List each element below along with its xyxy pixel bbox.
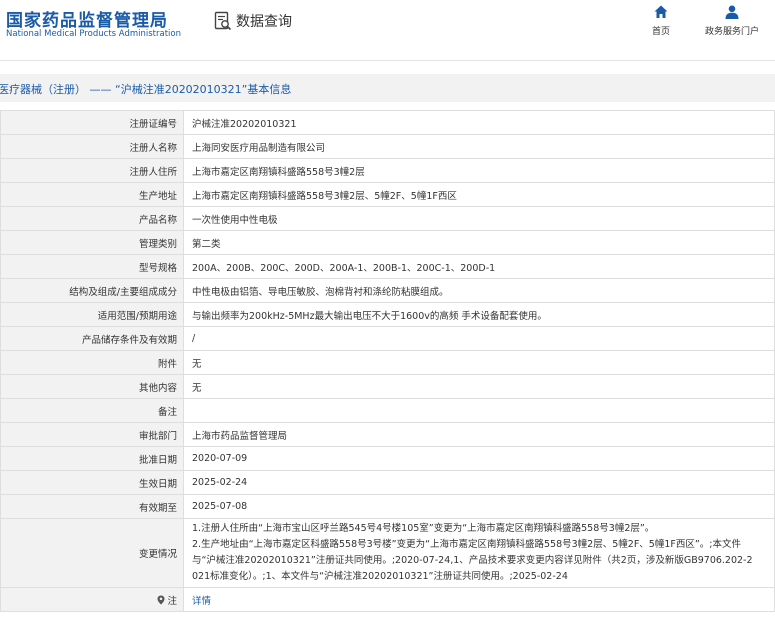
table-row: 管理类别 第二类 [0, 230, 775, 255]
table-row: 其他内容无 [0, 374, 775, 399]
search-document-icon [214, 11, 232, 31]
row-label: 结构及组成/主要组成成分 [0, 278, 184, 303]
table-row: 适用范围/预期用途 与输出频率为200kHz-5MHz最大输出电压不大于1600v… [0, 302, 775, 327]
detail-link[interactable]: 详情 [192, 596, 211, 607]
nav-gov-service[interactable]: 政务服务门户 [697, 4, 767, 37]
row-label: 批准日期 [0, 446, 184, 471]
row-value: 中性电极由铝箔、导电压敏胶、泡棉背衬和涤纶防粘膜组成。 [183, 278, 775, 303]
row-value: 上海同安医疗用品制造有限公司 [183, 134, 775, 159]
nav-home[interactable]: 首页 [626, 4, 696, 37]
table-row: 注册证编号 沪械注准20202010321 [0, 110, 775, 135]
row-value: 上海市药品监督管理局 [183, 422, 775, 447]
data-query-label: 数据查询 [236, 14, 292, 30]
site-logo-en[interactable]: National Medical Products Administration [6, 29, 181, 39]
table-row: 产品名称 一次性使用中性电极 [0, 206, 775, 231]
page-title-bar: 医疗器械（注册） —— “沪械注准20202010321”基本信息 [0, 74, 775, 102]
row-label: 注册证编号 [0, 110, 184, 135]
nav-gov-service-label: 政务服务门户 [704, 27, 759, 37]
site-logo-cn[interactable]: 国家药品监督管理局 [6, 6, 168, 31]
row-value: 2025-02-24 [183, 470, 775, 495]
table-row: 有效期至 2025-07-08 [0, 494, 775, 519]
header-divider [0, 60, 775, 61]
row-value: 沪械注准20202010321 [183, 110, 775, 135]
table-row: 注册人住所 上海市嘉定区南翔镇科盛路558号3幢2层 [0, 158, 775, 183]
row-label: 其他内容 [0, 374, 184, 399]
note-row: 注 详情 [0, 587, 775, 612]
row-label: 有效期至 [0, 494, 184, 519]
table-row: 附件无 [0, 350, 775, 375]
table-row: 注册人名称 上海同安医疗用品制造有限公司 [0, 134, 775, 159]
table-row: 产品储存条件及有效期 / [0, 326, 775, 351]
row-label: 附件 [0, 350, 184, 375]
table-row: 型号规格 200A、200B、200C、200D、200A-1、200B-1、20… [0, 254, 775, 279]
row-value [183, 398, 775, 423]
row-label: 生效日期 [0, 470, 184, 495]
row-label: 注册人名称 [0, 134, 184, 159]
row-value: 与输出频率为200kHz-5MHz最大输出电压不大于1600v的高频 手术设备配… [183, 302, 775, 327]
row-value: 上海市嘉定区南翔镇科盛路558号3幢2层、5幢2F、5幢1F西区 [183, 182, 775, 207]
row-value: / [183, 326, 775, 351]
row-value: 2025-07-08 [183, 494, 775, 519]
location-pin-icon [157, 595, 165, 604]
changes-line: 2.生产地址由“上海市嘉定区科盛路558号3号楼”变更为“上海市嘉定区南翔镇科盛… [192, 539, 741, 550]
row-label: 生产地址 [0, 182, 184, 207]
user-icon [725, 5, 739, 19]
changes-row: 变更情况 1.注册人住所由“上海市宝山区呼兰路545号4号楼105室”变更为“上… [0, 518, 775, 588]
changes-value: 1.注册人住所由“上海市宝山区呼兰路545号4号楼105室”变更为“上海市嘉定区… [183, 518, 775, 588]
row-label: 审批部门 [0, 422, 184, 447]
table-row: 批准日期 2020-07-09 [0, 446, 775, 471]
table-row: 生效日期 2025-02-24 [0, 470, 775, 495]
row-value: 一次性使用中性电极 [183, 206, 775, 231]
row-label: 产品储存条件及有效期 [0, 326, 184, 351]
table-row: 审批部门 上海市药品监督管理局 [0, 422, 775, 447]
info-table: 注册证编号 沪械注准20202010321 注册人名称 上海同安医疗用品制造有限公司… [0, 110, 775, 612]
row-label: 产品名称 [0, 206, 184, 231]
row-label: 适用范围/预期用途 [0, 302, 184, 327]
row-value: 上海市嘉定区南翔镇科盛路558号3幢2层 [183, 158, 775, 183]
row-label: 备注 [0, 398, 184, 423]
row-value: 第二类 [183, 230, 775, 255]
note-label-cell: 注 [0, 587, 184, 612]
row-label: 注册人住所 [0, 158, 184, 183]
row-label: 管理类别 [0, 230, 184, 255]
table-row: 结构及组成/主要组成成分 中性电极由铝箔、导电压敏胶、泡棉背衬和涤纶防粘膜组成。 [0, 278, 775, 303]
site-header: 国家药品监督管理局 National Medical Products Admi… [0, 0, 775, 52]
row-value: 无 [183, 374, 775, 399]
nav-home-label: 首页 [651, 27, 670, 37]
row-value: 200A、200B、200C、200D、200A-1、200B-1、200C-1… [183, 254, 775, 279]
row-label: 型号规格 [0, 254, 184, 279]
home-icon [654, 5, 668, 18]
table-row: 备注 [0, 398, 775, 423]
note-label: 注 [167, 595, 177, 607]
row-value: 无 [183, 350, 775, 375]
changes-line: 021标准变化）。;1、本文件与“沪械注准20202010321”注册证共同使用… [192, 571, 568, 582]
data-query-link[interactable]: 数据查询 [214, 10, 292, 32]
row-value: 2020-07-09 [183, 446, 775, 471]
changes-line: 1.注册人住所由“上海市宝山区呼兰路545号4号楼105室”变更为“上海市嘉定区… [192, 523, 655, 534]
page-title: 医疗器械（注册） —— “沪械注准20202010321”基本信息 [0, 83, 292, 96]
table-row: 生产地址 上海市嘉定区南翔镇科盛路558号3幢2层、5幢2F、5幢1F西区 [0, 182, 775, 207]
changes-label: 变更情况 [0, 518, 184, 588]
changes-line: 与“沪械注准20202010321”注册证共同使用。;2020-07-24,1、… [192, 555, 753, 566]
note-value: 详情 [183, 587, 775, 612]
